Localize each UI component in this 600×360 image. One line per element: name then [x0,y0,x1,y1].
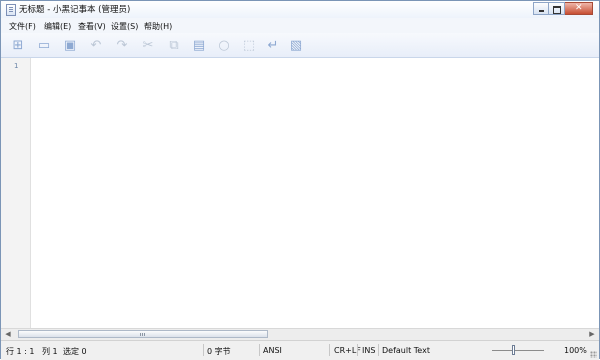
zoom-level: 100% [564,346,587,355]
menu-bar: 文件(F) 编辑(E) 查看(V) 设置(S) 帮助(H) [1,18,599,34]
copy-icon[interactable]: ⧉ [166,37,182,53]
find-icon[interactable]: ○ [216,37,232,53]
title-bar: 无标题 - 小黑记事本 (管理员) [1,1,599,18]
text-type-status: Default Text [382,346,430,355]
encoding-status: ANSI [263,346,282,355]
status-divider [203,344,204,356]
zoom-slider-track[interactable] [492,350,544,351]
save-icon[interactable]: ▣ [62,37,78,53]
line-number: 1 [14,62,19,70]
minimize-button[interactable] [533,2,549,15]
menu-settings[interactable]: 设置(S) [111,21,138,32]
line-gutter: 1 [1,58,31,328]
toolbar: ⊞ ▭ ▣ ↶ ↷ ✂ ⧉ ▤ ○ ⬚ ↵ ▧ [1,33,599,58]
byte-count-status: 0 字节 [207,347,231,356]
status-bar: 行 1 : 1 列 1 选定 0 0 字节 ANSI CR+LF INS Def… [1,340,599,360]
zoom-slider-handle[interactable] [512,345,515,355]
notepad-app-icon [6,4,16,16]
resize-grip-icon[interactable] [590,351,597,358]
paste-icon[interactable]: ▤ [191,37,207,53]
text-editor[interactable] [31,58,598,328]
menu-edit[interactable]: 编辑(E) [44,21,71,32]
window-title: 无标题 - 小黑记事本 (管理员) [19,5,131,15]
open-folder-icon[interactable]: ▭ [36,37,52,53]
scrollbar-thumb[interactable] [18,330,268,338]
cursor-column-status: 列 1 [42,347,58,356]
status-divider [357,344,358,356]
menu-view[interactable]: 查看(V) [78,21,106,32]
scroll-left-arrow-icon[interactable]: ◀ [4,330,12,338]
status-divider [329,344,330,356]
cut-icon[interactable]: ✂ [140,37,156,53]
replace-icon[interactable]: ⬚ [241,37,257,53]
settings-icon[interactable]: ▧ [288,37,304,53]
menu-help[interactable]: 帮助(H) [144,21,172,32]
window-controls [533,2,593,15]
horizontal-scrollbar[interactable]: ◀ ▶ [1,328,599,340]
redo-icon[interactable]: ↷ [114,37,130,53]
editor: 1 [1,58,599,328]
insert-mode-status: INS [362,346,376,355]
word-wrap-icon[interactable]: ↵ [265,37,281,53]
undo-icon[interactable]: ↶ [88,37,104,53]
maximize-button[interactable] [549,2,565,15]
status-divider [378,344,379,356]
close-button[interactable] [565,2,593,15]
new-file-icon[interactable]: ⊞ [10,37,26,53]
scroll-right-arrow-icon[interactable]: ▶ [588,330,596,338]
status-divider [259,344,260,356]
menu-file[interactable]: 文件(F) [9,21,36,32]
notepad-window: 无标题 - 小黑记事本 (管理员) 文件(F) 编辑(E) 查看(V) 设置(S… [0,0,600,360]
cursor-line-status: 行 1 : 1 [6,347,35,356]
selection-status: 选定 0 [63,347,87,356]
